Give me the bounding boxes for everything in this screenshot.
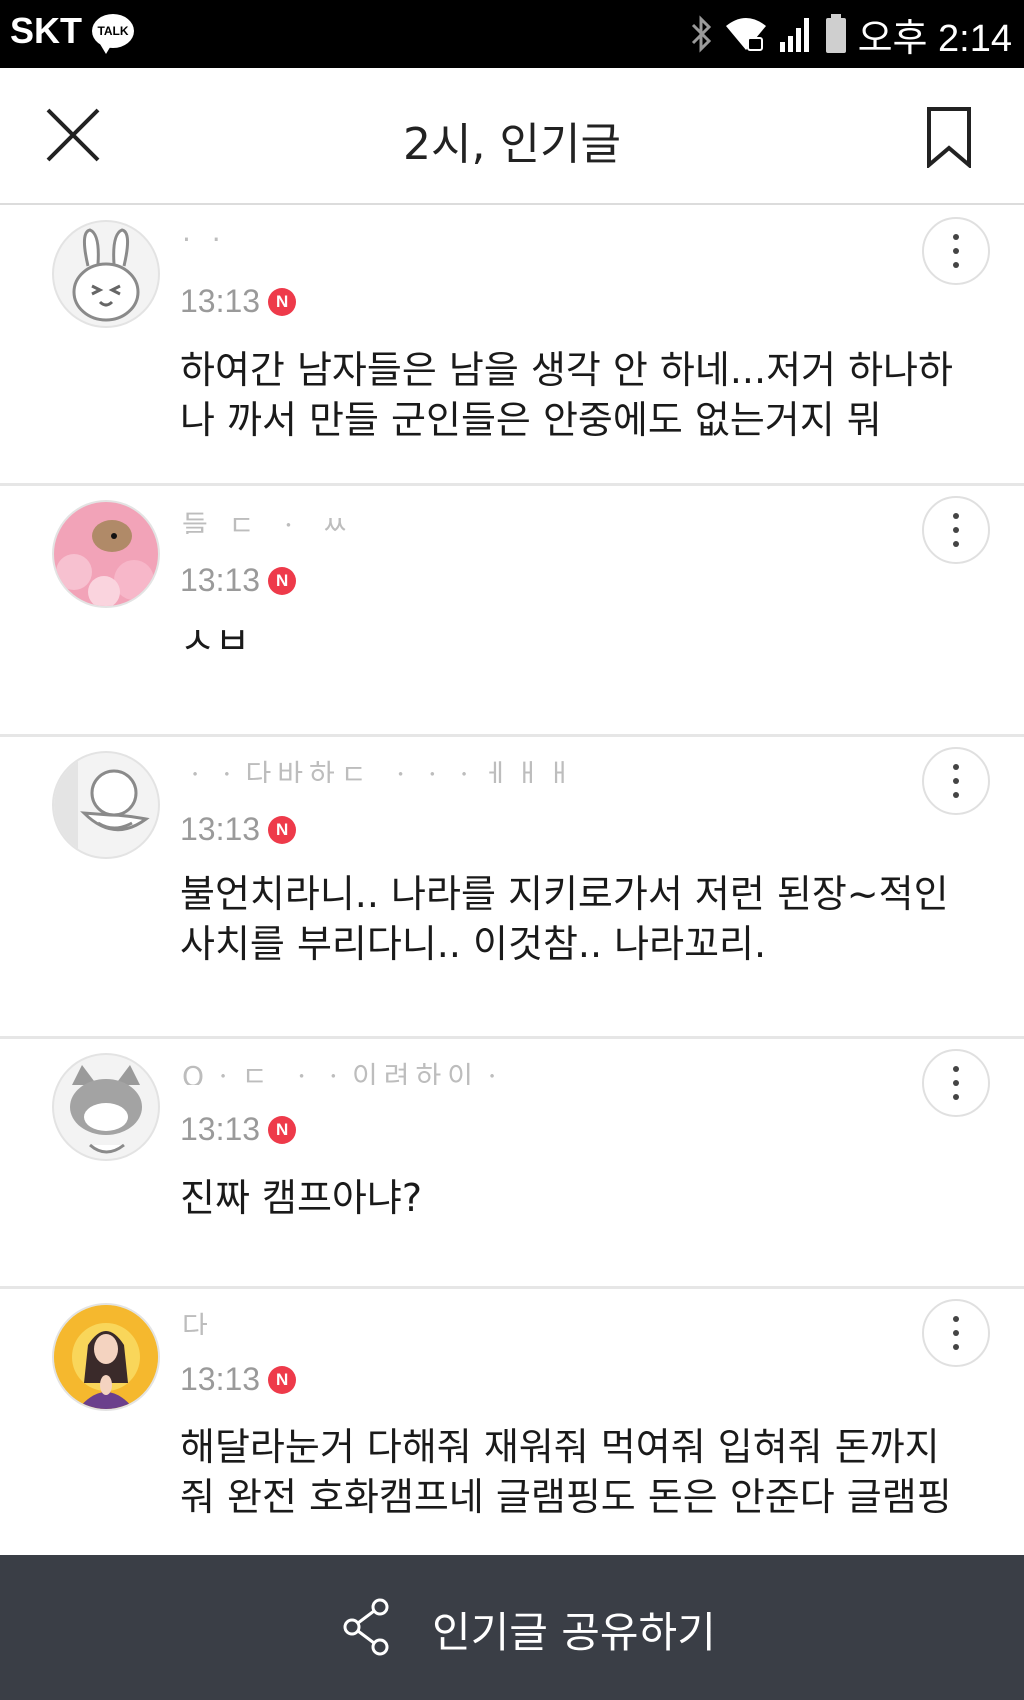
hamster-icon: [56, 520, 154, 606]
comment-author: · ·: [182, 223, 227, 253]
wifi-icon: [725, 18, 766, 51]
bunny-icon: [72, 228, 140, 322]
more-options-button[interactable]: [922, 1049, 990, 1117]
comment-text: 하여간 남자들은 남을 생각 안 하네...저거 하나하나 까서 만들 군인들은…: [180, 348, 953, 442]
comment-time: 13:13: [180, 1361, 261, 1397]
comment-text: 진짜 캠프아냐?: [180, 1176, 423, 1220]
app-header: 2시, 인기글: [0, 68, 1024, 205]
cat-icon: [70, 1065, 142, 1154]
comment-time: 13:13: [180, 811, 261, 847]
status-clock: 오후 2:14: [857, 17, 1012, 60]
comment-item: Oㆍㄷ ㆍㆍ이려하이ㆍ 13:13 N 진짜 캠프아냐?: [0, 1039, 1024, 1289]
more-options-button[interactable]: [922, 496, 990, 564]
bookmark-icon[interactable]: [926, 106, 972, 168]
new-badge: N: [268, 1115, 297, 1144]
comment-time-row: 13:13 N: [180, 1361, 297, 1398]
comment-item: ㆍㆍ다바하ㄷ ㆍㆍㆍㅔㅐㅐ 13:13 N 불언치라니.. 나라를 지키로가서 …: [0, 737, 1024, 1039]
more-options-button[interactable]: [922, 747, 990, 815]
comment-author: 들 ㄷ ㆍ ㅆ: [182, 509, 354, 534]
page-title: 2시, 인기글: [403, 119, 621, 170]
duck-avatar[interactable]: [52, 751, 160, 859]
comment-text: 해달라눈거 다해줘 재워줘 먹여줘 입혀줘 돈까지 줘 완전 호화캠프네 글램핑…: [180, 1425, 952, 1519]
new-badge: N: [268, 287, 297, 316]
duck-icon: [54, 753, 150, 857]
bunny-avatar[interactable]: [52, 220, 160, 328]
share-icon[interactable]: [340, 1597, 392, 1657]
comment-time-row: 13:13 N: [180, 562, 297, 599]
cat-avatar[interactable]: [52, 1053, 160, 1161]
comment-author: Oㆍㄷ ㆍㆍ이려하이ㆍ: [182, 1060, 511, 1085]
comment-time: 13:13: [180, 283, 261, 319]
hamster-avatar[interactable]: [52, 500, 160, 608]
share-button-label[interactable]: 인기글 공유하기: [432, 1599, 716, 1660]
signal-icon: [779, 18, 809, 52]
comment-item: · · 13:13 N 하여간 남자들은 남을 생각 안 하네...저거 하나하…: [0, 205, 1024, 486]
comment-list: · · 13:13 N 하여간 남자들은 남을 생각 안 하네...저거 하나하…: [0, 205, 1024, 1555]
new-badge: N: [268, 815, 297, 844]
comment-time: 13:13: [180, 562, 261, 598]
new-badge: N: [268, 566, 297, 595]
comment-item: 들 ㄷ ㆍ ㅆ 13:13 N ㅅㅂ: [0, 486, 1024, 737]
kakaotalk-icon: TALK: [92, 14, 134, 54]
comment-time-row: 13:13 N: [180, 283, 297, 320]
comment-time-row: 13:13 N: [180, 811, 297, 848]
share-bar[interactable]: 인기글 공유하기: [0, 1555, 1024, 1700]
comment-text: 불언치라니.. 나라를 지키로가서 저런 된장~적인 사치를 부리다니.. 이것…: [180, 872, 949, 966]
more-options-button[interactable]: [922, 217, 990, 285]
new-badge: N: [268, 1365, 297, 1394]
carrier-label: SKT: [10, 10, 82, 51]
portrait-icon: [54, 1305, 158, 1409]
comment-time: 13:13: [180, 1111, 261, 1147]
comment-text: ㅅㅂ: [180, 619, 250, 663]
battery-icon: [825, 14, 846, 53]
comment-time-row: 13:13 N: [180, 1111, 297, 1148]
comment-author: 다: [182, 1310, 214, 1335]
more-options-button[interactable]: [922, 1299, 990, 1367]
girl-avatar[interactable]: [52, 1303, 160, 1411]
comment-author: ㆍㆍ다바하ㄷ ㆍㆍㆍㅔㅐㅐ: [182, 758, 579, 783]
bluetooth-icon: [691, 15, 711, 53]
status-bar: SKT TALK 오후 2:14: [0, 0, 1024, 68]
comment-item: 다 13:13 N 해달라눈거 다해줘 재워줘 먹여줘 입혀줘 돈까지 줘 완전…: [0, 1289, 1024, 1555]
